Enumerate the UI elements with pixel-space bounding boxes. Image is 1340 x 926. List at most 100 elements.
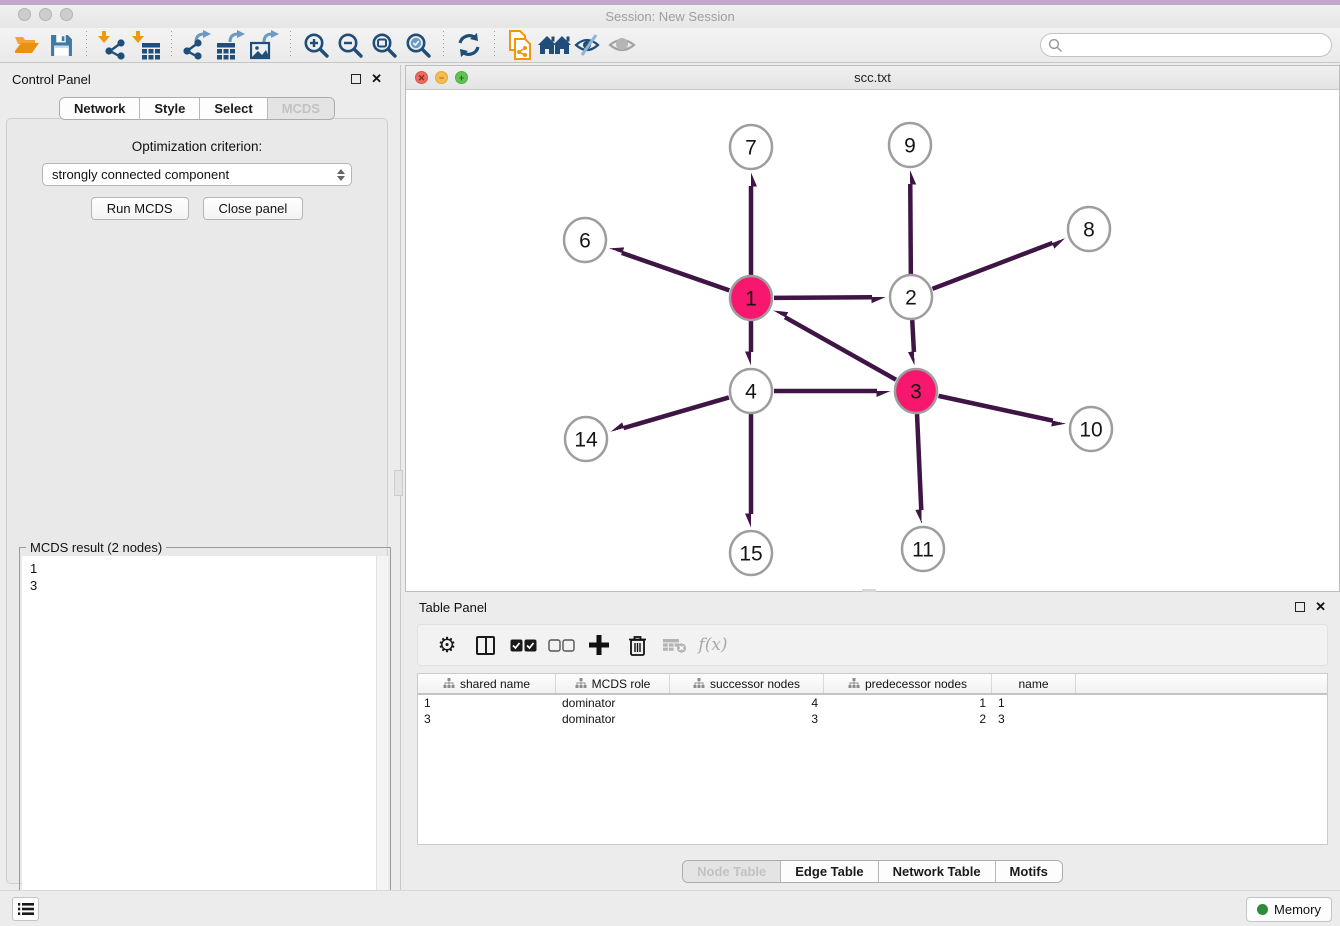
graph-edge-1-6[interactable] xyxy=(622,253,729,291)
column-layout-button[interactable] xyxy=(466,628,504,662)
result-scrollbar[interactable] xyxy=(376,556,388,922)
table-panel-float-icon[interactable] xyxy=(1295,602,1305,612)
table-panel-close-icon[interactable]: ✕ xyxy=(1315,602,1326,612)
cell-successor-nodes[interactable]: 4 xyxy=(670,695,824,711)
graph-node-3[interactable]: 3 xyxy=(895,369,937,413)
control-tab-network[interactable]: Network xyxy=(60,98,140,119)
home-button[interactable] xyxy=(537,30,571,60)
export-table-button[interactable] xyxy=(214,30,248,60)
graph-edge-3-10[interactable] xyxy=(938,396,1052,421)
splitter-grip[interactable] xyxy=(394,470,403,496)
birds-eye-view-button[interactable] xyxy=(605,30,639,60)
graph-edge-3-11[interactable] xyxy=(917,414,921,510)
zoom-selected-button[interactable] xyxy=(401,30,435,60)
column-header-mcds-role[interactable]: MCDS role xyxy=(556,674,670,693)
memory-button[interactable]: Memory xyxy=(1246,897,1332,922)
import-table-button[interactable] xyxy=(129,30,163,60)
control-panel-close-icon[interactable]: ✕ xyxy=(371,74,382,84)
import-network-button[interactable] xyxy=(95,30,129,60)
control-tab-mcds[interactable]: MCDS xyxy=(268,98,334,119)
vertical-splitter[interactable] xyxy=(394,65,405,890)
export-network-icon xyxy=(182,30,212,60)
control-panel-header: Control Panel ✕ xyxy=(0,65,394,93)
refresh-button[interactable] xyxy=(452,30,486,60)
network-canvas[interactable]: 7 9 6 8 1 2 4 3 14 10 15 11 xyxy=(406,90,1339,591)
graph-node-9[interactable]: 9 xyxy=(889,123,931,167)
save-session-button[interactable] xyxy=(44,30,78,60)
graph-node-10[interactable]: 10 xyxy=(1070,407,1112,451)
column-header-predecessor-nodes[interactable]: predecessor nodes xyxy=(824,674,992,693)
export-network-button[interactable] xyxy=(180,30,214,60)
criterion-dropdown[interactable]: strongly connected component xyxy=(42,163,352,186)
control-panel-float-icon[interactable] xyxy=(351,74,361,84)
mcds-result-text: 1 3 xyxy=(22,556,388,594)
export-image-button[interactable] xyxy=(248,30,282,60)
window-zoom-button[interactable] xyxy=(60,8,73,21)
graph-node-2[interactable]: 2 xyxy=(890,275,932,319)
graph-edge-1-2[interactable] xyxy=(774,297,872,298)
graph-edge-2-8[interactable] xyxy=(932,243,1052,289)
cell-shared-name[interactable]: 1 xyxy=(418,695,556,711)
graph-node-6[interactable]: 6 xyxy=(564,218,606,262)
function-builder-button[interactable]: f(x) xyxy=(694,628,732,662)
table-row-1[interactable]: 1dominator411 xyxy=(418,695,1327,711)
open-session-button[interactable] xyxy=(10,30,44,60)
cell-successor-nodes[interactable]: 3 xyxy=(670,711,824,727)
control-tab-select[interactable]: Select xyxy=(200,98,267,119)
graph-edge-2-3[interactable] xyxy=(912,320,914,352)
delete-row-button[interactable] xyxy=(618,628,656,662)
hide-details-button[interactable] xyxy=(571,30,605,60)
column-header-name[interactable]: name xyxy=(992,674,1076,693)
control-panel-title: Control Panel xyxy=(12,72,351,87)
graph-edge-2-9[interactable] xyxy=(910,184,911,274)
close-panel-button[interactable]: Close panel xyxy=(203,197,304,220)
select-all-columns-button[interactable] xyxy=(504,628,542,662)
graph-node-11[interactable]: 11 xyxy=(902,527,944,571)
column-header-shared-name[interactable]: shared name xyxy=(418,674,556,693)
graph-node-7[interactable]: 7 xyxy=(730,125,772,169)
cell-shared-name[interactable]: 3 xyxy=(418,711,556,727)
table-row-2[interactable]: 3dominator323 xyxy=(418,711,1327,727)
graph-node-8[interactable]: 8 xyxy=(1068,207,1110,251)
table-tab-node-table[interactable]: Node Table xyxy=(683,861,781,882)
search-input[interactable] xyxy=(1068,38,1331,53)
zoom-out-button[interactable] xyxy=(333,30,367,60)
table-tab-motifs[interactable]: Motifs xyxy=(996,861,1062,882)
cell-predecessor-nodes[interactable]: 2 xyxy=(824,711,992,727)
window-close-button[interactable] xyxy=(18,8,31,21)
cell-mcds-role[interactable]: dominator xyxy=(556,695,670,711)
run-mcds-button[interactable]: Run MCDS xyxy=(91,197,189,220)
network-window-titlebar[interactable]: ✕ − + scc.txt xyxy=(406,66,1339,90)
control-tab-style[interactable]: Style xyxy=(140,98,200,119)
window-minimize-button[interactable] xyxy=(39,8,52,21)
network-zoom-button[interactable]: + xyxy=(455,71,468,84)
cell-mcds-role[interactable]: dominator xyxy=(556,711,670,727)
graph-node-1[interactable]: 1 xyxy=(730,276,772,320)
network-minimize-button[interactable]: − xyxy=(435,71,448,84)
network-close-button[interactable]: ✕ xyxy=(415,71,428,84)
graph-node-14[interactable]: 14 xyxy=(565,417,607,461)
zoom-fit-button[interactable] xyxy=(367,30,401,60)
deselect-all-columns-button[interactable] xyxy=(542,628,580,662)
graph-node-15[interactable]: 15 xyxy=(730,531,772,575)
table-tab-edge-table[interactable]: Edge Table xyxy=(781,861,878,882)
task-history-button[interactable] xyxy=(12,897,39,921)
copy-network-button[interactable] xyxy=(503,30,537,60)
mcds-result-area[interactable]: 1 3 xyxy=(22,556,388,922)
cell-name[interactable]: 1 xyxy=(992,695,1076,711)
column-label: predecessor nodes xyxy=(865,677,967,691)
add-row-button[interactable] xyxy=(580,628,618,662)
zoom-in-button[interactable] xyxy=(299,30,333,60)
column-header-successor-nodes[interactable]: successor nodes xyxy=(670,674,824,693)
graph-node-4[interactable]: 4 xyxy=(730,369,772,413)
cell-predecessor-nodes[interactable]: 1 xyxy=(824,695,992,711)
delete-table-button[interactable] xyxy=(656,628,694,662)
cell-name[interactable]: 3 xyxy=(992,711,1076,727)
table-tab-network-table[interactable]: Network Table xyxy=(879,861,996,882)
graph-edge-3-1[interactable] xyxy=(785,317,896,380)
search-box[interactable] xyxy=(1040,33,1332,57)
mcds-tab-content: Optimization criterion: strongly connect… xyxy=(6,118,388,884)
node-label: 10 xyxy=(1079,419,1102,442)
table-settings-button[interactable]: ⚙ xyxy=(428,628,466,662)
graph-edge-4-14[interactable] xyxy=(623,397,728,428)
